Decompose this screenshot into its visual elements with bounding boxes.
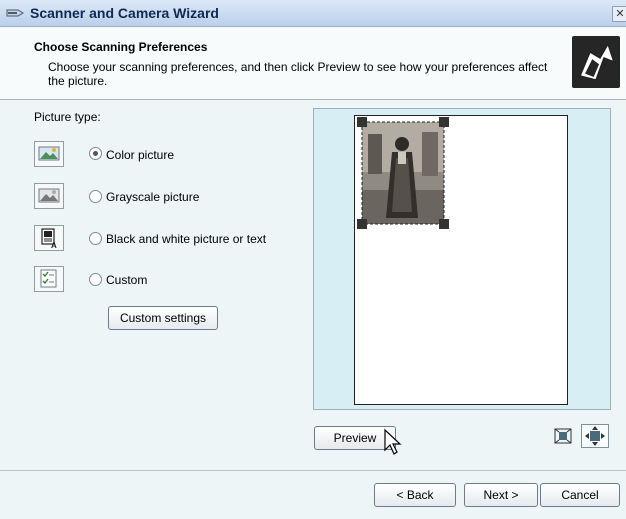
cancel-button[interactable]: Cancel	[540, 483, 620, 507]
option-label-color[interactable]: Color picture	[106, 148, 174, 162]
svg-text:A: A	[51, 241, 57, 250]
option-label-grayscale[interactable]: Grayscale picture	[106, 190, 199, 204]
radio-selected-dot	[93, 151, 98, 156]
page-title: Choose Scanning Preferences	[34, 40, 208, 54]
crop-handle-bottom-right[interactable]	[439, 219, 449, 229]
close-icon: ✕	[615, 8, 625, 20]
window-title: Scanner and Camera Wizard	[30, 5, 219, 21]
fit-page-icon[interactable]	[581, 424, 609, 448]
crop-handle-bottom-left[interactable]	[357, 219, 367, 229]
crop-selection[interactable]	[314, 109, 612, 411]
bw-text-icon[interactable]: A	[34, 225, 64, 251]
scanner-icon	[6, 9, 24, 17]
picture-type-label: Picture type:	[34, 110, 101, 124]
zoom-in-icon[interactable]	[552, 426, 574, 446]
radio-bw-picture-text[interactable]	[89, 232, 102, 245]
grayscale-photo-icon[interactable]	[34, 183, 64, 209]
scan-preview-area[interactable]	[313, 108, 611, 410]
radio-custom[interactable]	[89, 273, 102, 286]
mouse-cursor-icon	[384, 428, 402, 455]
wizard-header: Choose Scanning Preferences Choose your …	[0, 28, 626, 100]
footer-divider	[0, 470, 626, 471]
wizard-window: Scanner and Camera Wizard ✕ Choose Scann…	[0, 0, 626, 519]
crop-handle-top-left[interactable]	[357, 117, 367, 127]
color-photo-icon[interactable]	[34, 141, 64, 167]
radio-grayscale-picture[interactable]	[89, 190, 102, 203]
title-bar: Scanner and Camera Wizard ✕	[0, 0, 626, 27]
custom-checklist-icon[interactable]	[34, 266, 64, 292]
close-button[interactable]: ✕	[612, 6, 626, 22]
crop-handle-top-right[interactable]	[439, 117, 449, 127]
custom-settings-button[interactable]: Custom settings	[108, 306, 218, 330]
back-button[interactable]: < Back	[374, 483, 456, 507]
page-description: Choose your scanning preferences, and th…	[48, 60, 548, 88]
option-label-custom[interactable]: Custom	[106, 273, 147, 287]
next-button[interactable]: Next >	[464, 483, 538, 507]
radio-color-picture[interactable]	[89, 147, 102, 160]
option-label-bw[interactable]: Black and white picture or text	[106, 232, 266, 246]
wizard-arrow-icon	[572, 36, 620, 88]
